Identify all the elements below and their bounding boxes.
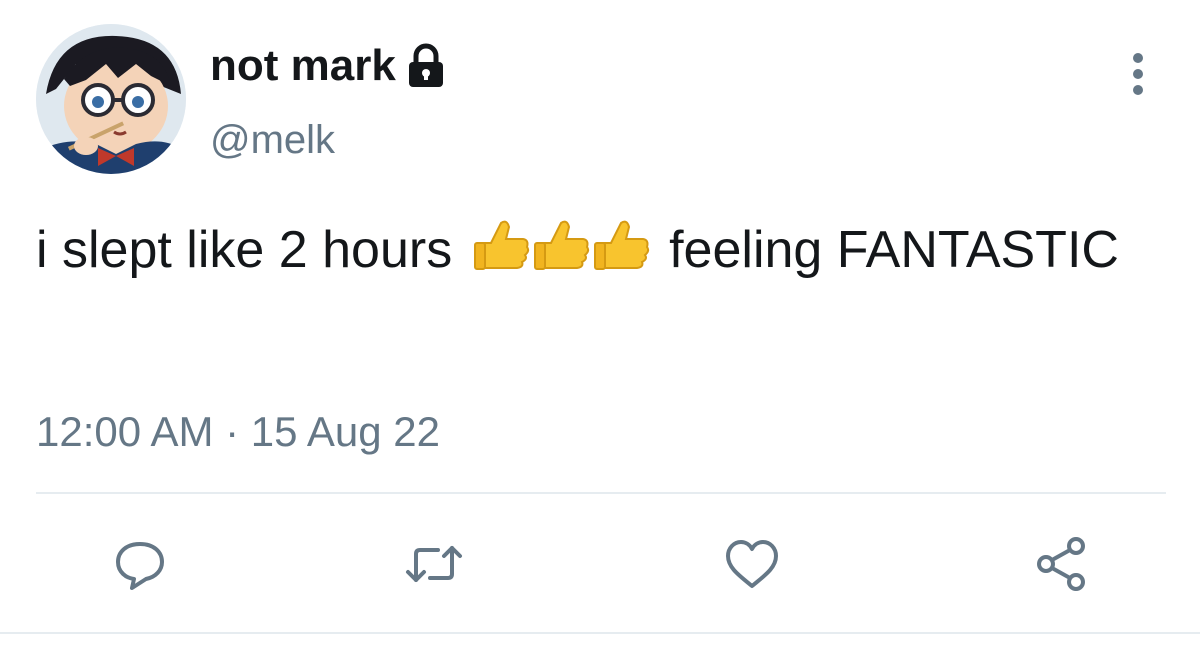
thumbs-up-icon: [593, 220, 649, 270]
thumbs-up-icon: [473, 220, 529, 270]
more-vertical-icon: [1133, 53, 1143, 95]
retweet-button[interactable]: [404, 534, 464, 594]
heart-icon: [726, 540, 778, 588]
more-options-button[interactable]: [1118, 44, 1158, 104]
avatar[interactable]: [36, 24, 186, 174]
thumbs-up-icon: [533, 220, 589, 270]
tweet-text-part1: i slept like 2 hours: [36, 221, 467, 279]
share-button[interactable]: [1032, 534, 1092, 594]
like-button[interactable]: [722, 534, 782, 594]
share-icon: [1037, 537, 1085, 591]
display-name[interactable]: not mark: [210, 38, 396, 94]
reply-button[interactable]: [110, 534, 170, 594]
tweet-text: i slept like 2 hours feeling FANTASTIC: [36, 214, 1166, 294]
user-handle[interactable]: @melk: [210, 114, 335, 166]
tweet-card: not mark @melk i slept like 2 hours feel…: [0, 0, 1200, 652]
bottom-divider: [0, 632, 1200, 634]
divider: [36, 492, 1166, 494]
reply-icon: [116, 542, 164, 590]
tweet-timestamp[interactable]: 12:00 AM · 15 Aug 22: [36, 404, 440, 460]
retweet-icon: [406, 546, 462, 582]
tweet-text-part2: feeling FANTASTIC: [654, 221, 1119, 279]
emoji-group: [471, 215, 651, 294]
lock-icon: [406, 43, 446, 89]
display-name-row[interactable]: not mark: [210, 38, 446, 94]
